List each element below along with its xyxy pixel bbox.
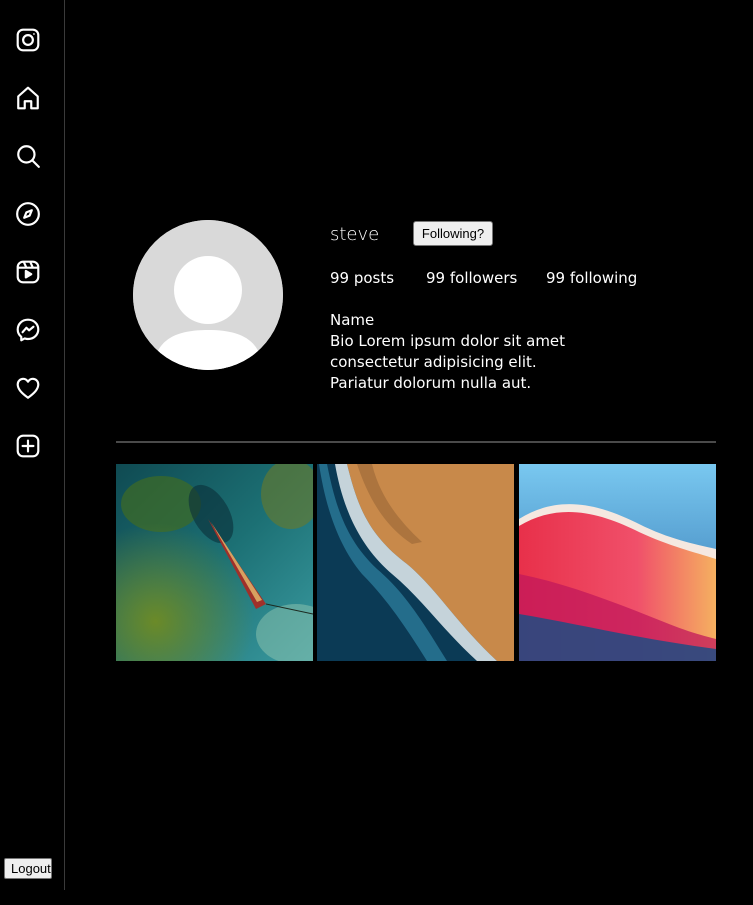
explore-compass-icon[interactable] bbox=[15, 201, 41, 227]
logout-button[interactable]: Logout bbox=[4, 858, 52, 879]
posts-count: 99 posts bbox=[330, 269, 395, 287]
bio-line: Pariatur dolorum nulla aut. bbox=[330, 374, 532, 392]
reels-icon[interactable] bbox=[15, 259, 41, 285]
messenger-icon[interactable] bbox=[15, 317, 41, 343]
profile-username: steve bbox=[330, 224, 380, 245]
followers-count[interactable]: 99 followers bbox=[426, 269, 517, 287]
profile-bio: Name Bio Lorem ipsum dolor sit amet cons… bbox=[330, 310, 565, 394]
home-icon[interactable] bbox=[15, 85, 41, 111]
post-thumbnail-boat[interactable] bbox=[116, 464, 313, 661]
following-count[interactable]: 99 following bbox=[546, 269, 637, 287]
avatar bbox=[133, 220, 283, 370]
boat-in-water-photo bbox=[116, 464, 313, 661]
search-icon[interactable] bbox=[15, 143, 41, 169]
waves-on-beach-photo bbox=[317, 464, 514, 661]
sidebar bbox=[0, 0, 65, 890]
create-plus-icon[interactable] bbox=[15, 433, 41, 459]
profile-name: Name bbox=[330, 311, 375, 329]
follow-button[interactable]: Following? bbox=[413, 221, 493, 246]
post-thumbnail-beach[interactable] bbox=[317, 464, 514, 661]
bio-line: Bio Lorem ipsum dolor sit amet bbox=[330, 332, 566, 350]
colorful-abstract-wallpaper bbox=[519, 464, 716, 661]
instagram-logo-icon[interactable] bbox=[15, 27, 41, 53]
post-thumbnail-abstract[interactable] bbox=[519, 464, 716, 661]
profile-divider bbox=[116, 441, 716, 443]
bio-line: consectetur adipisicing elit. bbox=[330, 353, 537, 371]
default-user-icon bbox=[133, 220, 283, 370]
heart-icon[interactable] bbox=[15, 375, 41, 401]
